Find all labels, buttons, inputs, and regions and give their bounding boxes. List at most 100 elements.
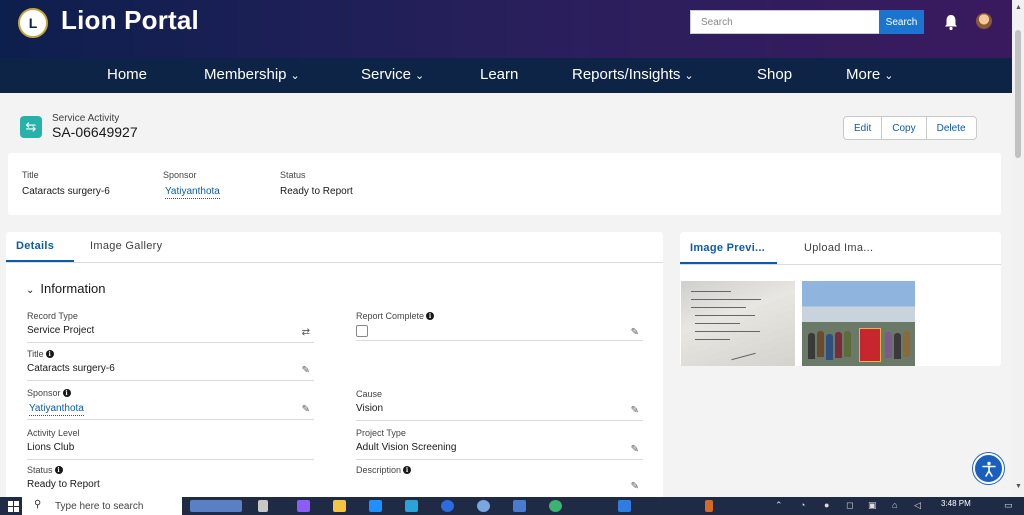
field-label: Description i — [356, 465, 643, 475]
scroll-up-icon[interactable]: ▲ — [1015, 4, 1022, 11]
tray-chevron-icon[interactable]: ⌃ — [775, 500, 783, 511]
clock[interactable]: 3:48 PM — [941, 499, 971, 508]
copilot-icon[interactable] — [297, 500, 310, 512]
mail-icon[interactable] — [369, 500, 382, 512]
taskbar-search-input[interactable]: ⚲ Type here to search — [22, 497, 182, 515]
lions-logo-icon[interactable]: L — [18, 8, 48, 38]
tray-icon[interactable]: ● — [824, 500, 829, 510]
chevron-down-icon: ⌄ — [415, 70, 425, 82]
search-button[interactable]: Search — [879, 10, 924, 34]
sponsor-link[interactable]: Yatiyanthota — [165, 186, 220, 199]
notifications-icon[interactable]: ▭ — [1004, 500, 1013, 511]
chrome-icon[interactable] — [549, 500, 562, 512]
taskbar-search-placeholder: Type here to search — [55, 501, 144, 512]
field-label-text: Title — [27, 349, 44, 359]
field-label-text: Description — [356, 465, 402, 475]
field-status: Status i Ready to Report — [27, 465, 314, 493]
tab-image-preview[interactable]: Image Previ... — [690, 242, 765, 254]
field-divider — [356, 420, 643, 421]
edit-pencil-icon[interactable]: ✎ — [302, 404, 310, 415]
nav-label: Home — [107, 66, 148, 83]
store-icon[interactable] — [405, 500, 418, 512]
nav-label: Membership — [204, 66, 287, 83]
highlight-sponsor: Sponsor Yatiyanthota — [163, 170, 220, 199]
chevron-down-icon: ⌄ — [884, 70, 894, 82]
field-label: Sponsor i — [27, 388, 314, 398]
field-value: Cataracts surgery-6 — [27, 363, 115, 374]
tab-upload-image[interactable]: Upload Ima... — [804, 242, 873, 254]
nav-item-home[interactable]: Home — [107, 66, 147, 83]
info-icon[interactable]: i — [403, 466, 412, 474]
delete-button[interactable]: Delete — [927, 117, 976, 139]
app-icon[interactable] — [618, 500, 631, 512]
zoom-icon[interactable] — [441, 500, 454, 512]
copy-button[interactable]: Copy — [882, 117, 927, 139]
handshake-icon: ⇆ — [20, 116, 42, 138]
edit-pencil-icon[interactable]: ✎ — [631, 405, 639, 416]
accessibility-icon[interactable] — [973, 453, 1004, 484]
field-label: Status i — [27, 465, 314, 475]
tab-details[interactable]: Details — [16, 240, 54, 252]
field-label: Report Complete i — [356, 311, 643, 321]
scrollbar-thumb[interactable] — [1015, 30, 1021, 158]
section-information-toggle[interactable]: ⌄ Information — [26, 281, 105, 296]
nav-item-more[interactable]: More ⌄ — [846, 66, 893, 83]
search-input[interactable] — [690, 10, 880, 34]
tray-icon[interactable]: ◔ — [800, 500, 805, 510]
search-icon: ⚲ — [34, 499, 42, 510]
nav-item-shop[interactable]: Shop — [757, 66, 792, 83]
image-preview-card: Image Previ... Upload Ima... — [680, 232, 1001, 366]
chevron-down-icon: ⌄ — [26, 285, 35, 296]
field-value: Ready to Report — [27, 479, 100, 490]
field-value: Adult Vision Screening — [356, 442, 457, 453]
nav-item-service[interactable]: Service ⌄ — [361, 66, 424, 83]
task-view-icon[interactable] — [258, 500, 268, 512]
highlight-label: Status — [280, 170, 306, 180]
field-label-text: Status — [27, 465, 53, 475]
scroll-down-icon[interactable]: ▼ — [1015, 483, 1022, 490]
field-report-complete: Report Complete i ✎ — [356, 311, 643, 341]
volume-icon[interactable]: ◁ — [914, 500, 921, 511]
edit-pencil-icon[interactable]: ✎ — [631, 327, 639, 338]
nav-item-learn[interactable]: Learn — [480, 66, 518, 83]
sponsor-field-link[interactable]: Yatiyanthota — [29, 403, 84, 416]
brand-title[interactable]: Lion Portal — [61, 5, 199, 36]
field-project-type: Project Type Adult Vision Screening ✎ — [356, 428, 643, 460]
record-actions: Edit Copy Delete — [843, 116, 977, 140]
image-thumbnail-document[interactable] — [681, 281, 795, 366]
tab-image-gallery[interactable]: Image Gallery — [90, 240, 162, 252]
nav-label: Service — [361, 66, 412, 83]
edit-pencil-icon[interactable]: ✎ — [302, 365, 310, 376]
tray-icon[interactable]: ◻ — [846, 500, 853, 511]
record-name: SA-06649927 — [52, 124, 138, 140]
edit-pencil-icon[interactable]: ✎ — [631, 481, 639, 492]
info-icon[interactable]: i — [54, 466, 63, 474]
field-sponsor: Sponsor i Yatiyanthota ✎ — [27, 388, 314, 420]
image-thumbnail-group-photo[interactable] — [802, 281, 915, 366]
app-icon[interactable] — [477, 500, 490, 512]
page-scrollbar[interactable]: ▲ ▼ — [1012, 0, 1024, 497]
tray-icon[interactable]: ▣ — [868, 500, 877, 511]
info-icon[interactable]: i — [62, 389, 71, 397]
network-icon[interactable]: ⌂ — [892, 500, 897, 510]
field-divider — [356, 459, 643, 460]
file-explorer-icon[interactable] — [333, 500, 346, 512]
nav-item-membership[interactable]: Membership ⌄ — [204, 66, 300, 83]
field-value: Vision — [356, 403, 384, 414]
report-complete-checkbox[interactable] — [356, 325, 368, 337]
field-divider — [27, 419, 314, 420]
nav-item-reports[interactable]: Reports/Insights ⌄ — [572, 66, 694, 83]
change-record-type-icon[interactable]: ⇄ — [302, 327, 310, 338]
field-value: Service Project — [27, 325, 95, 336]
info-icon[interactable]: i — [426, 312, 435, 320]
widget-icon[interactable] — [190, 500, 242, 512]
windows-start-icon[interactable] — [8, 501, 19, 512]
user-avatar[interactable] — [976, 13, 992, 29]
app-icon[interactable] — [513, 500, 526, 512]
edit-button[interactable]: Edit — [844, 117, 883, 139]
edit-pencil-icon[interactable]: ✎ — [631, 444, 639, 455]
weather-icon[interactable] — [705, 500, 713, 512]
info-icon[interactable]: i — [45, 350, 54, 358]
notification-bell-icon[interactable] — [943, 13, 959, 31]
highlight-status: Status Ready to Report — [280, 170, 353, 197]
